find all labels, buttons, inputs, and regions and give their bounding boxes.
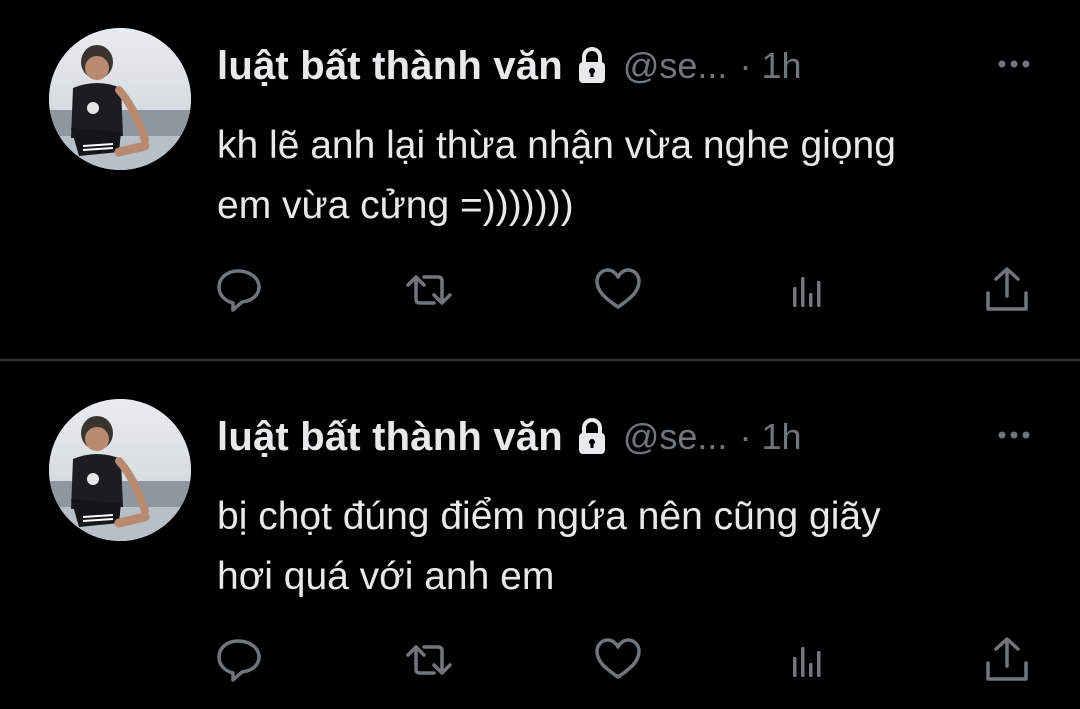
views-icon[interactable]: [784, 635, 834, 685]
tweet-text-line: kh lẽ anh lại thừa nhận vừa nghe giọng: [217, 124, 896, 167]
tweet-text-line: em vừa cửng =))))))): [217, 184, 574, 227]
display-name[interactable]: luật bất thành văn: [217, 44, 563, 89]
tweet-header: luật bất thành văn @se... · 1h: [217, 36, 801, 96]
tweet-header: luật bất thành văn @se... · 1h: [217, 407, 801, 467]
more-icon[interactable]: [994, 425, 1034, 445]
tweet-text: kh lẽ anh lại thừa nhận vừa nghe giọng e…: [217, 116, 1037, 236]
lock-icon: [577, 46, 607, 86]
lock-icon: [577, 417, 607, 457]
separator-dot: ·: [739, 45, 752, 86]
tweet-text-line: hơi quá với anh em: [217, 555, 555, 598]
reply-icon[interactable]: [214, 635, 264, 685]
share-icon[interactable]: [982, 265, 1032, 315]
retweet-icon[interactable]: [404, 635, 454, 685]
action-bar: [0, 635, 1080, 685]
tweet[interactable]: luật bất thành văn @se... · 1h bị chọt đ…: [0, 361, 1080, 709]
display-name[interactable]: luật bất thành văn: [217, 415, 563, 460]
handle[interactable]: @se...: [623, 45, 728, 87]
tweet-text-line: bị chọt đúng điểm ngứa nên cũng giãy: [217, 495, 881, 538]
reply-icon[interactable]: [214, 265, 264, 315]
separator-dot: ·: [739, 416, 752, 457]
handle[interactable]: @se...: [623, 416, 728, 458]
like-icon[interactable]: [593, 265, 643, 315]
tweet[interactable]: luật bất thành văn @se... · 1h kh lẽ anh…: [0, 0, 1080, 360]
avatar[interactable]: [49, 28, 191, 170]
more-icon[interactable]: [994, 54, 1034, 74]
tweet-text: bị chọt đúng điểm ngứa nên cũng giãy hơi…: [217, 487, 1037, 607]
retweet-icon[interactable]: [404, 265, 454, 315]
views-icon[interactable]: [784, 265, 834, 315]
action-bar: [0, 265, 1080, 315]
timestamp[interactable]: 1h: [761, 45, 801, 87]
timestamp[interactable]: 1h: [761, 416, 801, 458]
like-icon[interactable]: [593, 635, 643, 685]
share-icon[interactable]: [982, 635, 1032, 685]
avatar[interactable]: [49, 399, 191, 541]
